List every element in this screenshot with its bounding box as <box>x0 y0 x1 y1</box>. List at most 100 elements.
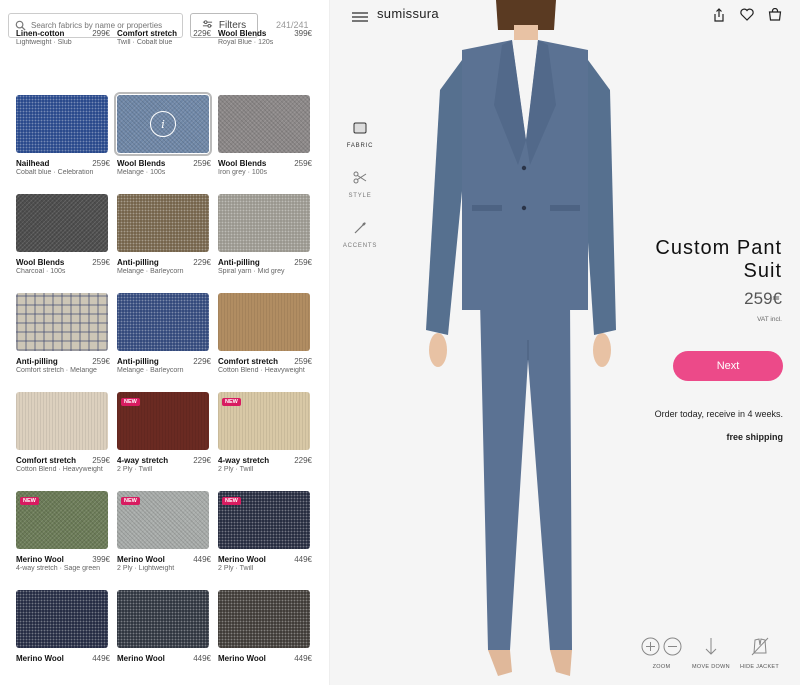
fabric-card[interactable]: NEW 4-way stretch 229€ 2 Ply · Twill <box>117 392 211 473</box>
fabric-swatch[interactable] <box>218 590 310 648</box>
fabric-name: Anti-pilling <box>117 258 159 267</box>
fabric-swatch[interactable] <box>218 293 310 351</box>
fabric-details: Melange · Barleycorn <box>117 367 184 374</box>
fabric-card[interactable]: Merino Wool 449€ <box>218 590 312 664</box>
fabric-swatch[interactable] <box>117 293 209 351</box>
fabric-swatch[interactable] <box>16 194 108 252</box>
fabric-name: Merino Wool <box>16 654 64 663</box>
fabric-swatch[interactable]: NEW <box>117 491 209 549</box>
fabric-card[interactable]: Wool Blends 259€ Charcoal · 100s <box>16 194 110 275</box>
top-actions <box>712 7 782 27</box>
fabric-name: 4-way stretch <box>218 456 270 465</box>
fabric-name-row: Nailhead 259€ <box>16 159 110 168</box>
tab-accents-label: ACCENTS <box>342 243 378 249</box>
fabric-swatch[interactable]: NEW <box>218 491 310 549</box>
fabric-name: Wool Blends <box>218 29 267 38</box>
heart-icon[interactable] <box>740 8 754 27</box>
fabric-swatch[interactable] <box>16 293 108 351</box>
scissors-icon <box>340 171 380 189</box>
fabric-price: 399€ <box>92 555 110 564</box>
fabric-name: Comfort stretch <box>117 29 178 38</box>
new-badge: NEW <box>121 398 140 406</box>
fabric-price: 229€ <box>193 456 211 465</box>
fabric-swatch[interactable]: NEW <box>117 392 209 450</box>
new-badge: NEW <box>222 398 241 406</box>
fabric-price: 449€ <box>294 555 312 564</box>
fabric-swatch[interactable] <box>218 0 310 23</box>
fabric-price: 229€ <box>294 456 312 465</box>
tab-accents[interactable]: ACCENTS <box>340 221 380 249</box>
fabric-swatch[interactable] <box>16 0 108 23</box>
fabric-name-row: Wool Blends 259€ <box>218 159 312 168</box>
fabric-swatch[interactable]: NEW <box>218 392 310 450</box>
fabric-swatch[interactable] <box>16 392 108 450</box>
needle-icon <box>340 221 380 239</box>
hide-jacket-label: HIDE JACKET <box>740 664 780 670</box>
fabric-details: Iron grey · 100s <box>218 169 268 176</box>
zoom-label: ZOOM <box>652 664 671 670</box>
fabric-swatch[interactable] <box>16 590 108 648</box>
fabric-card[interactable]: Linen-cotton 299€ Lightweight · Slub <box>16 0 110 46</box>
fabric-name: Anti-pilling <box>117 357 159 366</box>
fabric-name: Merino Wool <box>218 555 266 564</box>
cart-icon[interactable] <box>768 7 782 27</box>
fabric-price: 449€ <box>193 654 211 663</box>
fabric-name-row: Wool Blends 259€ <box>117 159 211 168</box>
fabric-card[interactable]: Nailhead 259€ Cobalt blue · Celebration <box>16 95 110 176</box>
fabric-name-row: Merino Wool 449€ <box>117 555 211 564</box>
fabric-card[interactable]: NEW Merino Wool 449€ 2 Ply · Lightweight <box>117 491 211 572</box>
fabric-card[interactable]: NEW Merino Wool 449€ 2 Ply · Twill <box>218 491 312 572</box>
move-down-label: MOVE DOWN <box>692 664 730 670</box>
fabric-name-row: Comfort stretch 259€ <box>16 456 110 465</box>
fabric-details: Charcoal · 100s <box>16 268 66 275</box>
fabric-card[interactable]: Wool Blends 259€ Iron grey · 100s <box>218 95 312 176</box>
fabric-card[interactable]: Anti-pilling 229€ Melange · Barleycorn <box>117 293 211 374</box>
zoom-out-icon[interactable] <box>663 637 682 661</box>
fabric-name: Merino Wool <box>117 654 165 663</box>
fabric-name: Wool Blends <box>117 159 166 168</box>
fabric-swatch[interactable] <box>218 95 310 153</box>
fabric-swatch[interactable]: i <box>114 92 212 156</box>
fabric-swatch[interactable] <box>218 194 310 252</box>
share-icon[interactable] <box>712 8 726 27</box>
next-button[interactable]: Next <box>673 351 783 381</box>
fabric-card[interactable]: Anti-pilling 259€ Spiral yarn · Mid grey <box>218 194 312 275</box>
fabric-card[interactable]: NEW 4-way stretch 229€ 2 Ply · Twill <box>218 392 312 473</box>
move-down-button[interactable]: MOVE DOWN <box>692 637 730 670</box>
fabric-swatch[interactable] <box>117 0 209 23</box>
tab-style-label: STYLE <box>348 193 372 199</box>
fabric-swatch[interactable]: NEW <box>16 491 108 549</box>
fabric-name-row: 4-way stretch 229€ <box>218 456 312 465</box>
fabric-card[interactable]: NEW Merino Wool 399€ 4-way stretch · Sage g… <box>16 491 110 572</box>
tab-style[interactable]: STYLE <box>340 171 380 199</box>
fabric-card[interactable]: i Wool Blends 259€ Melange · 100s <box>114 92 212 176</box>
fabric-details: Twill · Cobalt blue <box>117 39 173 46</box>
fabric-card[interactable]: Merino Wool 449€ <box>16 590 110 664</box>
info-icon[interactable]: i <box>150 111 176 137</box>
fabric-price: 259€ <box>92 159 110 168</box>
fabric-name-row: Anti-pilling 259€ <box>218 258 312 267</box>
fabric-details: 4-way stretch · Sage green <box>16 565 101 572</box>
fabric-details: Royal Blue · 120s <box>218 39 274 46</box>
fabric-card[interactable]: Comfort stretch 229€ Twill · Cobalt blue <box>117 0 211 46</box>
fabric-price: 259€ <box>92 258 110 267</box>
fabric-name: Merino Wool <box>218 654 266 663</box>
menu-icon[interactable] <box>352 9 368 27</box>
fabric-swatch[interactable] <box>16 95 108 153</box>
fabric-card[interactable]: Comfort stretch 259€ Cotton Blend · Heavyw… <box>218 293 312 374</box>
fabric-price: 259€ <box>294 258 312 267</box>
fabric-name-row: Comfort stretch 259€ <box>218 357 312 366</box>
fabric-card[interactable]: Merino Wool 449€ <box>117 590 211 664</box>
tab-fabric[interactable]: FABRIC <box>340 121 380 149</box>
fabric-card[interactable]: Wool Blends 399€ Royal Blue · 120s <box>218 0 312 46</box>
hide-jacket-button[interactable]: HIDE JACKET <box>740 637 779 670</box>
fabric-details: 2 Ply · Twill <box>218 565 254 572</box>
fabric-swatch[interactable] <box>117 590 209 648</box>
fabric-icon <box>340 121 380 139</box>
fabric-swatch[interactable] <box>117 194 209 252</box>
fabric-card[interactable]: Anti-pilling 259€ Comfort stretch · Melang… <box>16 293 110 374</box>
zoom-in-icon[interactable] <box>641 637 660 661</box>
fabric-price: 449€ <box>92 654 110 663</box>
fabric-card[interactable]: Comfort stretch 259€ Cotton Blend · Heavyw… <box>16 392 110 473</box>
fabric-card[interactable]: Anti-pilling 229€ Melange · Barleycorn <box>117 194 211 275</box>
